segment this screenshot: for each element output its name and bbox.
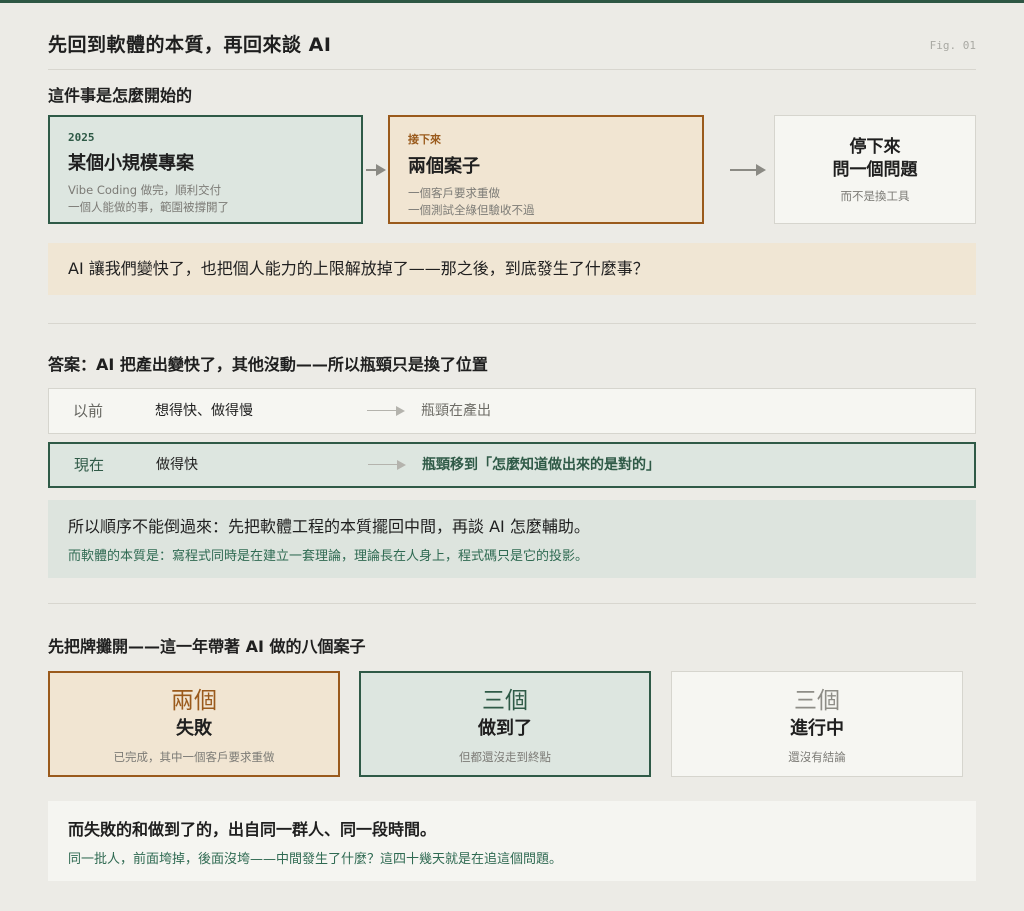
step-description: 一個客戶要求重做 一個測試全綠但驗收不過 bbox=[408, 185, 684, 219]
step-description: Vibe Coding 做完，順利交付 一個人能做的事，範圍被撐開了 bbox=[68, 182, 343, 216]
card-count: 三個 bbox=[794, 688, 840, 714]
note-main-text: 所以順序不能倒過來：先把軟體工程的本質擺回中間，再談 AI 怎麼輔助。 bbox=[68, 517, 590, 536]
card-label: 進行中 bbox=[790, 718, 844, 739]
comparison-row-now: 現在 做得快 瓶頸移到「怎麼知道做出來的是對的」 bbox=[48, 442, 976, 488]
arrow-right-icon bbox=[367, 405, 405, 417]
step-title-line: 停下來 bbox=[849, 137, 901, 157]
step-title: 某個小規模專案 bbox=[68, 153, 194, 174]
section-title-origin: 這件事是怎麼開始的 bbox=[48, 86, 193, 105]
arrow-right-icon bbox=[366, 164, 386, 176]
header: 先回到軟體的本質，再回來談 AI Fig. 01 bbox=[48, 30, 976, 62]
step-two-cases: 接下來 兩個案子 一個客戶要求重做 一個測試全綠但驗收不過 bbox=[388, 115, 704, 224]
step-stop-and-ask: 停下來 問一個問題 而不是換工具 bbox=[774, 115, 976, 224]
card-description: 但都還沒走到終點 bbox=[459, 750, 551, 764]
section-title-answer: 答案：AI 把產出變快了，其他沒動——所以瓶頸只是換了位置 bbox=[48, 355, 488, 374]
key-question: AI 讓我們變快了，也把個人能力的上限解放掉了——那之後，到底發生了什麼事？ bbox=[48, 243, 976, 295]
card-count: 三個 bbox=[482, 688, 528, 714]
arrow-right-icon bbox=[368, 459, 406, 471]
conclusion-note: 所以順序不能倒過來：先把軟體工程的本質擺回中間，再談 AI 怎麼輔助。 而軟體的… bbox=[48, 500, 976, 578]
comparison-row-before: 以前 想得快、做得慢 瓶頸在產出 bbox=[48, 388, 976, 434]
card-description: 還沒有結論 bbox=[788, 750, 846, 764]
top-accent-bar bbox=[0, 0, 1024, 3]
case-card-achieved: 三個 做到了 但都還沒走到終點 bbox=[359, 671, 651, 777]
row-result: 瓶頸在產出 bbox=[421, 403, 491, 419]
row-description: 想得快、做得慢 bbox=[155, 403, 253, 419]
page-title: 先回到軟體的本質，再回來談 AI bbox=[48, 34, 332, 56]
section-title-cases: 先把牌攤開——這一年帶著 AI 做的八個案子 bbox=[48, 637, 366, 656]
step-small-project: 2025 某個小規模專案 Vibe Coding 做完，順利交付 一個人能做的事… bbox=[48, 115, 363, 224]
step-description: 而不是換工具 bbox=[840, 189, 910, 203]
closing-note: 而失敗的和做到了的，出自同一群人、同一段時間。 同一批人，前面垮掉，後面沒垮——… bbox=[48, 801, 976, 881]
row-description: 做得快 bbox=[156, 457, 198, 473]
row-label: 現在 bbox=[74, 456, 105, 474]
card-label: 做到了 bbox=[478, 718, 532, 739]
divider bbox=[48, 323, 976, 324]
case-card-failed: 兩個 失敗 已完成，其中一個客戶要求重做 bbox=[48, 671, 340, 777]
step-tag: 2025 bbox=[68, 131, 95, 144]
note-main-text: 而失敗的和做到了的，出自同一群人、同一段時間。 bbox=[68, 820, 437, 839]
figure-label: Fig. 01 bbox=[929, 39, 976, 52]
row-label: 以前 bbox=[73, 402, 104, 420]
step-line: 一個人能做的事，範圍被撐開了 bbox=[68, 200, 229, 214]
step-title: 停下來 問一個問題 bbox=[775, 136, 975, 182]
divider bbox=[48, 603, 976, 604]
card-label: 失敗 bbox=[176, 718, 212, 739]
divider bbox=[48, 69, 976, 70]
note-sub-text: 而軟體的本質是：寫程式同時是在建立一套理論，理論長在人身上，程式碼只是它的投影。 bbox=[68, 549, 589, 564]
step-line: 一個測試全綠但驗收不過 bbox=[408, 203, 535, 217]
step-title-line: 問一個問題 bbox=[832, 160, 918, 180]
step-line: Vibe Coding 做完，順利交付 bbox=[68, 183, 222, 197]
step-title: 兩個案子 bbox=[408, 156, 480, 177]
card-count: 兩個 bbox=[171, 688, 217, 714]
arrow-right-icon bbox=[730, 164, 766, 176]
card-description: 已完成，其中一個客戶要求重做 bbox=[113, 750, 275, 764]
case-card-in-progress: 三個 進行中 還沒有結論 bbox=[671, 671, 963, 777]
row-result: 瓶頸移到「怎麼知道做出來的是對的」 bbox=[422, 457, 660, 473]
note-sub-text: 同一批人，前面垮掉，後面沒垮——中間發生了什麼？這四十幾天就是在追這個問題。 bbox=[68, 852, 563, 867]
step-tag: 接下來 bbox=[408, 133, 441, 146]
step-line: 一個客戶要求重做 bbox=[408, 186, 500, 200]
